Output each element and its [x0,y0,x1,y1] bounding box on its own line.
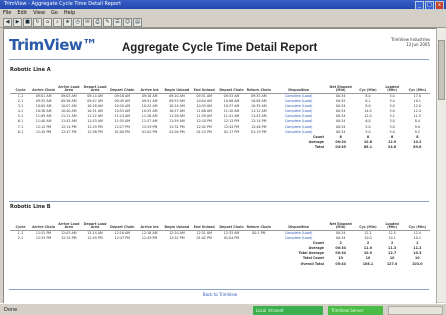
print-icon[interactable]: ⎙ [93,17,102,27]
company-info: TrimView Industries 13 Jun 2005 [391,37,430,47]
column-header: Begin Unload [163,75,191,94]
column-header: Arrive ink [135,75,164,94]
menu-item-view[interactable]: View [33,9,45,17]
stop-icon[interactable]: ■ [23,17,32,27]
summary-value: 24.6 [388,144,397,149]
mail-icon[interactable]: ✉ [83,17,92,27]
menu-item-go[interactable]: Go [51,9,58,17]
column-header: Net Elapsed (Min) [324,75,357,94]
column-header: Cyc (Min) [356,75,380,94]
column-header: Return Chain [245,75,273,94]
column-header: Begin Unload [163,212,191,231]
trimview-logo: TrimView™ [9,36,97,54]
zone-indicator: Local intranet [253,306,323,315]
server-indicator: TrimView Server [328,306,383,315]
refresh-icon[interactable]: ↻ [33,17,42,27]
menu-bar: File Edit View Go Help [0,9,446,17]
home-icon[interactable]: ⌂ [43,17,52,27]
column-header: Cycle [10,212,31,231]
summary-value: 108.1 [362,261,374,266]
cycle-table-1: Cycle Arrive Chain Arrive Load Area Depart … [10,75,430,150]
back-icon[interactable]: ◀ [3,17,12,27]
column-header: Arrive ink [135,212,164,231]
maximize-button[interactable]: □ [425,1,434,10]
column-header: Cyc (Min) [404,75,430,94]
column-header: End Unload [190,75,218,94]
scrollbar-thumb[interactable] [438,40,445,100]
footer-divider [9,289,429,290]
column-header: Depart Load Area [81,212,109,231]
folder-icon[interactable]: ▤ [133,17,142,27]
column-header: Arrive Load Area [56,75,82,94]
report-title: Aggregate Cycle Time Detail Report [122,42,318,54]
column-header: End Unload [190,212,218,231]
messenger-icon[interactable]: ☺ [123,17,132,27]
column-header: Arrive Chain [31,212,57,231]
report-document: TrimView™ Aggregate Cycle Time Detail Re… [3,28,437,304]
summary-value: 103.0 [412,261,423,266]
section-divider [9,201,429,202]
summary-value: 04:35 [335,144,346,149]
browser-window: TrimView - Aggregate Cycle Time Detail R… [0,0,446,315]
history-icon[interactable]: ◷ [73,17,82,27]
back-link[interactable]: Back to TrimView [4,292,436,297]
section-label: Robotic Line A [10,67,51,73]
section-label: Robotic Line B [10,204,51,210]
column-header: Disposition [272,212,325,231]
column-header: Arrive Chain [31,75,57,94]
close-button[interactable]: x [435,1,444,10]
summary-row: Overall Total 05:44 108.1 127.0 103.0 [10,262,430,267]
discuss-icon[interactable]: ☰ [113,17,122,27]
status-text: Done [4,307,18,313]
minimize-button[interactable]: _ [415,1,424,10]
summary-label: Total [314,144,324,149]
column-header: Disposition [272,75,325,94]
column-header: Loaded (Min) [379,75,405,94]
column-header: Depart Chain [217,212,246,231]
title-bar: TrimView - Aggregate Cycle Time Detail R… [0,0,446,10]
summary-label: Overall Total [300,261,324,266]
column-header: Cycle [10,75,31,94]
column-header: Depart Load Area [81,75,109,94]
toolbar: ◀ ▶ ■ ↻ ⌂ ⌕ ★ ◷ ✉ ⎙ ✎ ☰ ☺ ▤ [0,17,446,28]
column-header: Return Chain [245,212,273,231]
summary-value: 89.6 [413,144,422,149]
column-header: Net Elapsed (Min) [324,212,357,231]
column-header: Depart Chain [108,75,136,94]
menu-item-file[interactable]: File [3,9,11,17]
menu-item-edit[interactable]: Edit [17,9,27,17]
column-header: Depart Chain [217,75,246,94]
favorites-icon[interactable]: ★ [63,17,72,27]
column-header: Cyc (Min) [356,212,380,231]
summary-value: 05:44 [335,261,346,266]
summary-value: 127.0 [386,261,398,266]
window-title: TrimView - Aggregate Cycle Time Detail R… [4,1,122,7]
column-header: Arrive Load Area [56,212,82,231]
status-bar: Done Local intranet TrimView Server [0,303,446,315]
cycle-table-2: Cycle Arrive Chain Arrive Load Area Depart … [10,212,430,267]
report-date: 13 Jun 2005 [405,42,430,47]
column-header: Depart Chain [108,212,136,231]
edit-icon[interactable]: ✎ [103,17,112,27]
status-panel [388,306,443,315]
header-divider [9,59,429,60]
column-header: Loaded (Min) [379,212,405,231]
column-header: Cyc (Min) [404,212,430,231]
forward-icon[interactable]: ▶ [13,17,22,27]
menu-item-help[interactable]: Help [64,9,75,17]
search-icon[interactable]: ⌕ [53,17,62,27]
summary-value: 86.1 [363,144,373,149]
window-controls: _ □ x [415,1,444,10]
vertical-scrollbar[interactable] [436,28,446,302]
summary-row: Total 04:35 86.1 24.6 89.6 [10,145,430,150]
